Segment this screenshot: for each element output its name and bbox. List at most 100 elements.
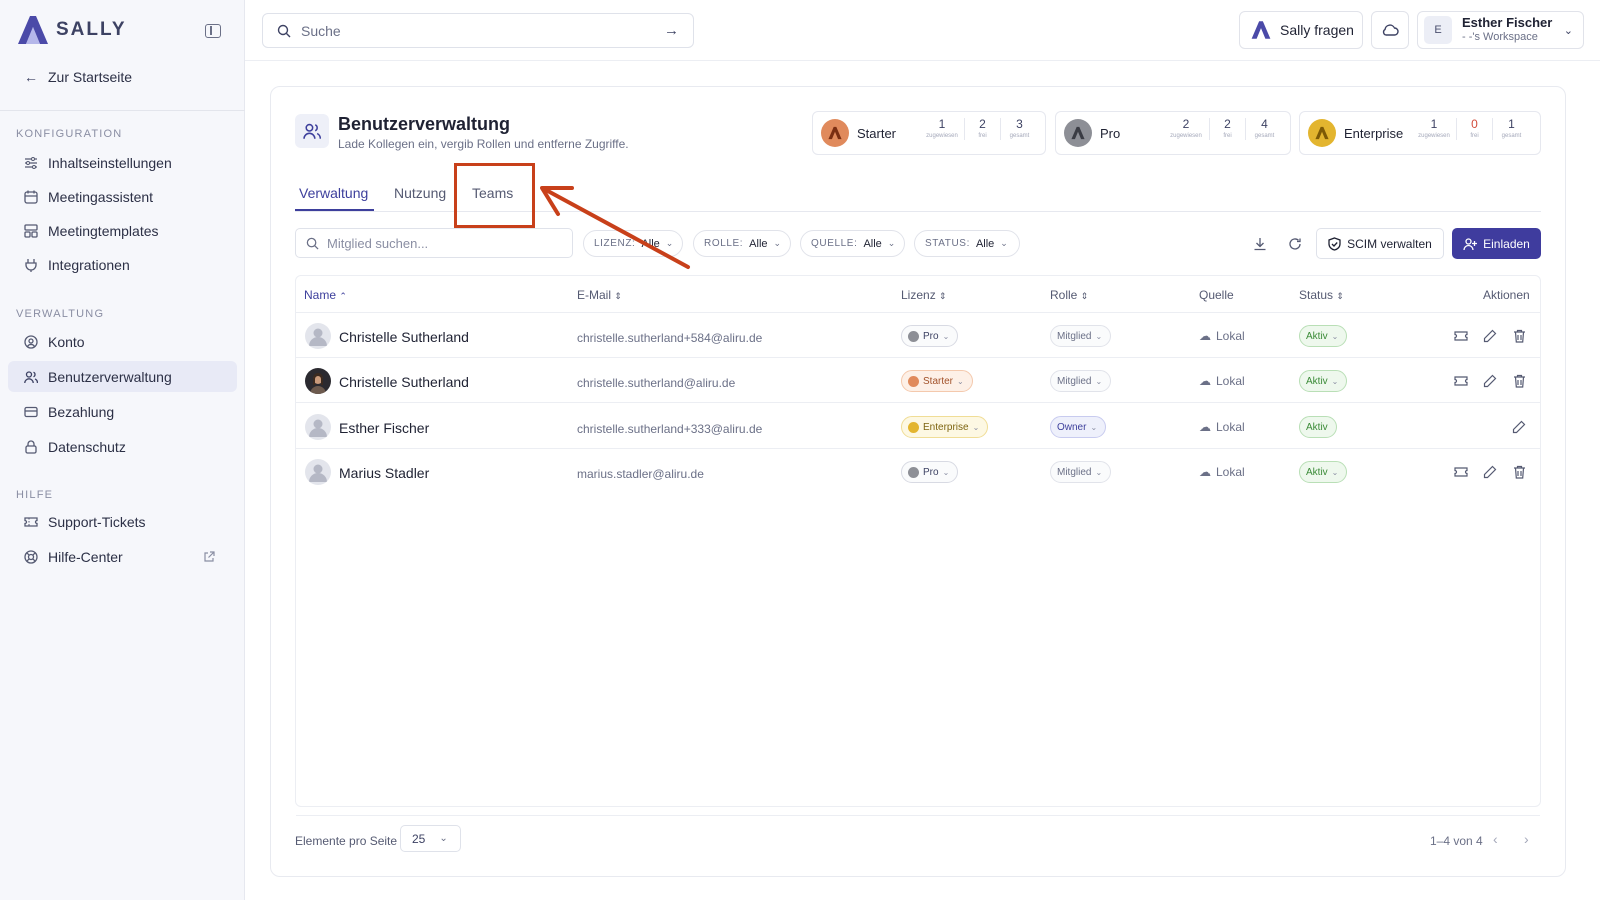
- collapse-sidebar-icon[interactable]: [205, 24, 221, 38]
- user-workspace: - -'s Workspace: [1462, 30, 1538, 43]
- plan-card-starter: Starter 1 zugewiesen 2 frei 3 gesamt: [812, 111, 1046, 155]
- plan-free: 0 frei: [1456, 117, 1492, 140]
- chevron-down-icon: ⌄: [1331, 467, 1339, 477]
- status-select[interactable]: Aktiv ⌄: [1299, 325, 1348, 347]
- sidebar-item-datenschutz[interactable]: Datenschutz: [8, 431, 237, 462]
- scim-manage-button[interactable]: SCIM verwalten: [1316, 228, 1444, 259]
- back-link-label: Zur Startseite: [48, 69, 133, 85]
- ticket-icon[interactable]: [1453, 373, 1469, 389]
- plug-icon: [25, 258, 37, 272]
- sidebar-item-inhaltseinstellungen[interactable]: Inhaltseinstellungen: [8, 147, 237, 178]
- tab-verwaltung[interactable]: Verwaltung: [299, 185, 368, 201]
- edit-icon[interactable]: [1482, 328, 1498, 344]
- avatar: [305, 414, 331, 440]
- cloud-button[interactable]: [1371, 11, 1409, 49]
- invite-button[interactable]: Einladen: [1452, 228, 1541, 259]
- sidebar-item-konto[interactable]: Konto: [8, 326, 237, 357]
- column-header-email[interactable]: E-Mail ⇕: [577, 288, 622, 302]
- edit-icon[interactable]: [1511, 419, 1527, 435]
- column-header-license[interactable]: Lizenz ⇕: [901, 288, 947, 302]
- next-page-icon[interactable]: ›: [1524, 831, 1529, 847]
- page-subtitle: Lade Kollegen ein, vergib Rollen und ent…: [338, 137, 629, 151]
- filter-role[interactable]: ROLLE: Alle ⌄: [693, 230, 791, 257]
- refresh-button[interactable]: [1281, 230, 1309, 258]
- trash-icon[interactable]: [1511, 464, 1527, 480]
- download-button[interactable]: [1246, 230, 1274, 258]
- user-circle-icon: [24, 334, 38, 349]
- license-select[interactable]: Pro ⌄: [901, 461, 959, 483]
- status-badge: Aktiv: [1299, 416, 1337, 438]
- status-select[interactable]: Aktiv ⌄: [1299, 461, 1348, 483]
- sidebar-item-label: Support-Tickets: [48, 513, 146, 530]
- chevron-down-icon: ⌄: [972, 422, 980, 432]
- sidebar-item-label: Inhaltseinstellungen: [48, 154, 172, 171]
- plan-free: 2 frei: [1209, 117, 1245, 140]
- search-icon: [277, 24, 291, 37]
- plan-total: 1 gesamt: [1492, 117, 1530, 140]
- plan-assigned: 2 zugewiesen: [1170, 117, 1202, 140]
- avatar: E: [1424, 16, 1452, 44]
- per-page-select[interactable]: 25 ⌄: [400, 825, 461, 852]
- sort-icon: ⇕: [1336, 291, 1344, 301]
- enterprise-plan-icon: [1308, 119, 1336, 147]
- lock-icon: [25, 439, 37, 454]
- role-select[interactable]: Mitglied ⌄: [1050, 370, 1112, 392]
- chevron-down-icon: ⌄: [439, 833, 448, 844]
- column-header-role[interactable]: Rolle ⇕: [1050, 288, 1088, 302]
- filter-status[interactable]: STATUS: Alle ⌄: [914, 230, 1020, 257]
- row-divider: [296, 357, 1540, 358]
- global-search-input[interactable]: Suche →: [262, 13, 694, 48]
- sally-logo[interactable]: SALLY: [16, 14, 127, 46]
- sidebar-item-integrationen[interactable]: Integrationen: [8, 249, 237, 280]
- ask-sally-button[interactable]: Sally fragen: [1239, 11, 1363, 49]
- sidebar-item-meetingassistent[interactable]: Meetingassistent: [8, 181, 237, 212]
- chevron-down-icon: ⌄: [957, 376, 964, 386]
- trash-icon[interactable]: [1511, 328, 1527, 344]
- invite-label: Einladen: [1483, 236, 1530, 251]
- role-select[interactable]: Mitglied ⌄: [1050, 461, 1112, 483]
- chevron-down-icon: ⌄: [773, 238, 782, 248]
- license-select[interactable]: Starter ⌄: [901, 370, 973, 392]
- chevron-down-icon: ⌄: [942, 467, 950, 477]
- enterprise-plan-icon: [908, 421, 919, 433]
- back-to-home-link[interactable]: ← Zur Startseite: [24, 69, 132, 85]
- filter-source[interactable]: QUELLE: Alle ⌄: [800, 230, 905, 257]
- column-header-name[interactable]: Name ⌃: [304, 288, 347, 302]
- license-select[interactable]: Pro ⌄: [901, 325, 959, 347]
- license-select[interactable]: Enterprise ⌄: [901, 416, 989, 438]
- edit-icon[interactable]: [1482, 373, 1498, 389]
- chevron-down-icon: ⌄: [942, 331, 950, 341]
- sliders-icon: [25, 156, 37, 169]
- edit-icon[interactable]: [1482, 464, 1498, 480]
- status-select[interactable]: Aktiv ⌄: [1299, 370, 1348, 392]
- user-menu[interactable]: E Esther Fischer - -'s Workspace ⌄: [1417, 11, 1584, 49]
- column-header-status[interactable]: Status ⇕: [1299, 288, 1344, 302]
- sidebar-item-support-tickets[interactable]: Support-Tickets: [8, 506, 237, 537]
- role-select[interactable]: Owner ⌄: [1050, 416, 1107, 438]
- sidebar-item-meetingtemplates[interactable]: Meetingtemplates: [8, 215, 237, 246]
- ticket-icon[interactable]: [1453, 328, 1469, 344]
- sidebar-item-label: Hilfe-Center: [48, 548, 123, 565]
- arrow-right-icon[interactable]: →: [664, 22, 679, 39]
- member-name: Christelle Sutherland: [339, 374, 469, 390]
- annotation-highlight-box: [454, 163, 535, 228]
- sidebar-item-benutzerverwaltung[interactable]: Benutzerverwaltung: [8, 361, 237, 392]
- footer-divider: [296, 815, 1540, 816]
- prev-page-icon[interactable]: ‹: [1493, 831, 1498, 847]
- plan-name: Enterprise: [1344, 125, 1404, 141]
- cloud-icon: ☁: [1199, 374, 1211, 388]
- sidebar-item-label: Integrationen: [48, 256, 130, 273]
- member-email: christelle.sutherland@aliru.de: [577, 376, 736, 390]
- sidebar-item-label: Datenschutz: [48, 438, 126, 455]
- trash-icon[interactable]: [1511, 373, 1527, 389]
- tab-nutzung[interactable]: Nutzung: [394, 185, 446, 201]
- role-select[interactable]: Mitglied ⌄: [1050, 325, 1112, 347]
- avatar: [305, 368, 331, 394]
- download-icon: [1254, 238, 1266, 251]
- column-header-actions: Aktionen: [1483, 288, 1530, 302]
- sidebar-item-bezahlung[interactable]: Bezahlung: [8, 396, 237, 427]
- ticket-icon[interactable]: [1453, 464, 1469, 480]
- sidebar-item-label: Konto: [48, 333, 85, 350]
- sidebar-item-hilfe-center[interactable]: Hilfe-Center: [8, 541, 237, 572]
- chevron-down-icon: ⌄: [1331, 376, 1339, 386]
